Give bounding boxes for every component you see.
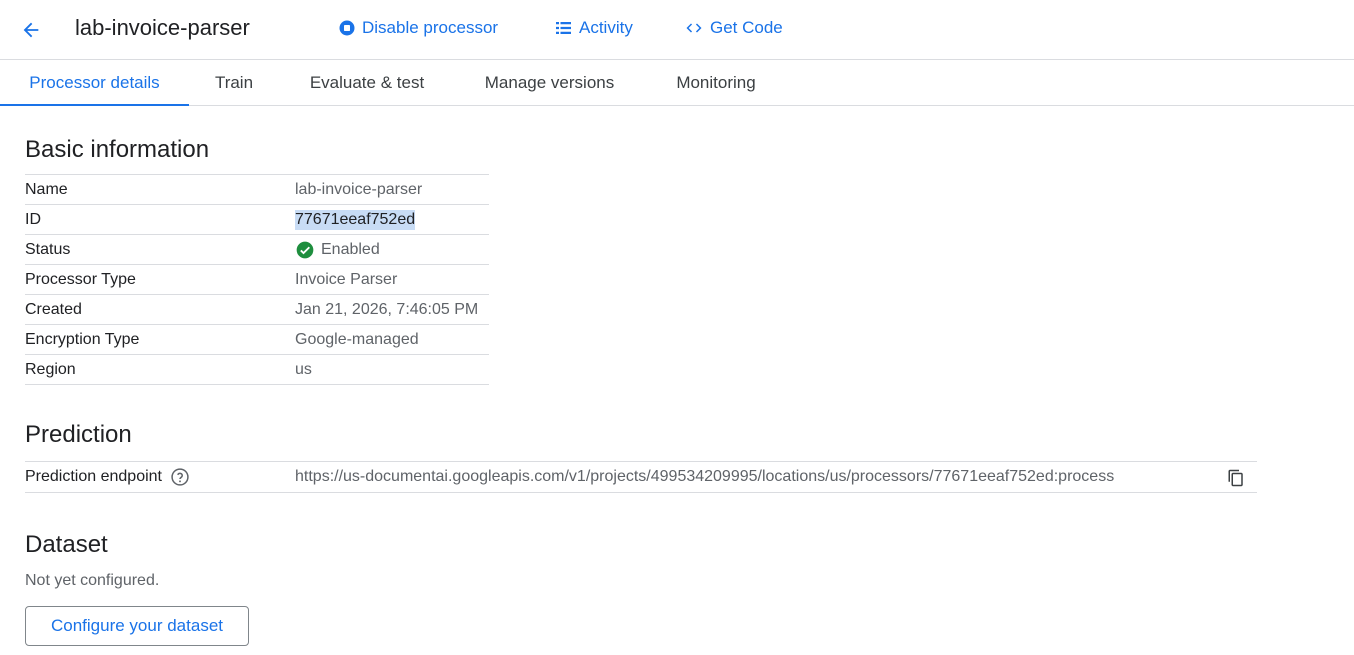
dataset-heading: Dataset [25, 531, 108, 558]
row-key: Created [25, 300, 82, 318]
info-row-status: Status Enabled [25, 235, 489, 265]
info-row-region: Region us [25, 355, 489, 385]
tab-train[interactable]: Train [189, 60, 279, 105]
tab-label: Monitoring [676, 72, 756, 92]
tab-bar: Processor details Train Evaluate & test … [0, 60, 1354, 106]
basic-information-table: Name lab-invoice-parser ID 77671eeaf752e… [25, 174, 489, 385]
info-row-name: Name lab-invoice-parser [25, 175, 489, 205]
code-icon [686, 23, 702, 33]
row-key: Name [25, 180, 68, 198]
row-key: Processor Type [25, 270, 136, 288]
info-row-created: Created Jan 21, 2026, 7:46:05 PM [25, 295, 489, 325]
basic-information-heading: Basic information [25, 136, 210, 163]
get-code-button[interactable]: Get Code [684, 14, 783, 42]
copy-icon [1228, 469, 1243, 487]
row-value: Google-managed [295, 330, 419, 348]
row-value[interactable]: 77671eeaf752ed [295, 209, 416, 230]
tab-processor-details[interactable]: Processor details [0, 60, 189, 106]
row-key: Encryption Type [25, 330, 140, 348]
prediction-endpoint-label: Prediction endpoint [25, 468, 162, 485]
row-key: Region [25, 360, 76, 378]
dataset-status-text: Not yet configured. [25, 572, 160, 589]
arrow-back-icon [23, 22, 39, 38]
info-row-encryption-type: Encryption Type Google-managed [25, 325, 489, 355]
disable-processor-button[interactable]: Disable processor [338, 14, 498, 42]
activity-button[interactable]: Activity [554, 14, 633, 42]
row-key: ID [25, 210, 41, 228]
prediction-endpoint-key: Prediction endpoint [25, 467, 295, 487]
row-value: lab-invoice-parser [295, 180, 423, 198]
row-value: Enabled [295, 240, 380, 260]
help-icon[interactable] [170, 467, 190, 487]
row-key: Status [25, 240, 71, 258]
prediction-heading: Prediction [25, 421, 132, 448]
info-row-processor-type: Processor Type Invoice Parser [25, 265, 489, 295]
tab-label: Evaluate & test [309, 72, 425, 92]
stop-circle-icon [339, 20, 355, 36]
tab-label: Processor details [29, 72, 160, 92]
row-value: Invoice Parser [295, 270, 398, 288]
status-text: Enabled [321, 240, 380, 258]
prediction-table: Prediction endpoint https://us-documenta… [25, 461, 1257, 493]
get-code-label: Get Code [710, 18, 783, 37]
tab-evaluate-test[interactable]: Evaluate & test [279, 60, 455, 105]
tab-label: Train [214, 72, 254, 92]
check-circle-icon [296, 241, 314, 258]
info-row-id: ID 77671eeaf752ed [25, 205, 489, 235]
page-title: lab-invoice-parser [75, 15, 250, 40]
back-button[interactable] [14, 13, 48, 47]
list-icon [556, 22, 571, 34]
tab-monitoring[interactable]: Monitoring [644, 60, 788, 105]
processor-id-value[interactable]: 77671eeaf752ed [295, 209, 416, 230]
tab-manage-versions[interactable]: Manage versions [455, 60, 644, 105]
tab-label: Manage versions [484, 72, 615, 92]
copy-endpoint-button[interactable] [1227, 468, 1245, 493]
disable-processor-label: Disable processor [362, 18, 499, 37]
activity-label: Activity [579, 18, 633, 37]
row-value: Jan 21, 2026, 7:46:05 PM [295, 300, 479, 318]
configure-dataset-button[interactable]: Configure your dataset [25, 606, 249, 646]
top-header: lab-invoice-parser Disable processor Act… [0, 0, 1354, 60]
prediction-endpoint-value: https://us-documentai.googleapis.com/v1/… [295, 468, 1115, 485]
row-value: us [295, 360, 312, 378]
